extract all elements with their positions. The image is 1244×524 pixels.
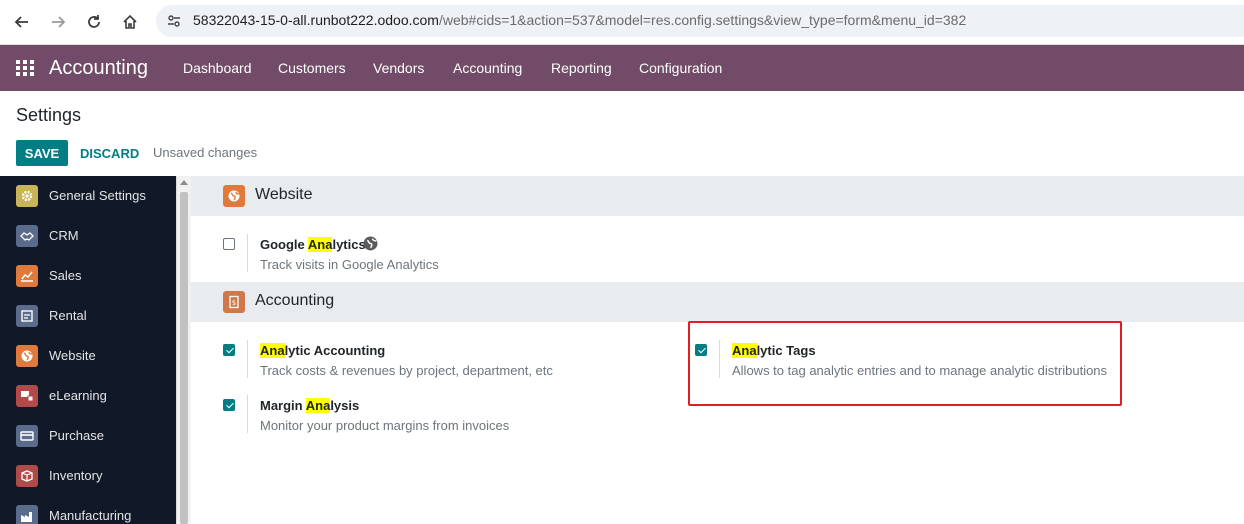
sidebar-item-label: Sales (49, 268, 82, 283)
forward-arrow-icon[interactable] (46, 10, 70, 34)
section-header-accounting: $ Accounting (191, 282, 1244, 322)
page-title: Settings (16, 105, 82, 125)
menu-vendors[interactable]: Vendors (373, 60, 424, 76)
search-highlight: Ana (307, 237, 333, 252)
setting-description: Monitor your product margins from invoic… (260, 418, 510, 433)
sidebar-item-crm[interactable]: CRM (0, 216, 176, 256)
save-button[interactable]: SAVE (16, 140, 68, 166)
home-icon[interactable] (118, 10, 142, 34)
sidebar-scrollbar[interactable] (176, 176, 191, 524)
title-prefix: Margin (260, 398, 306, 413)
search-highlight: Ana (305, 398, 331, 413)
setting-description: Track costs & revenues by project, depar… (260, 363, 553, 378)
url-text: 58322043-15-0-all.runbot222.odoo.com/web… (193, 12, 966, 28)
setting-divider (247, 234, 248, 272)
sidebar-item-label: General Settings (49, 188, 146, 203)
app-title[interactable]: Accounting (49, 57, 148, 80)
setting-title: Google Analytics (260, 237, 366, 252)
sidebar-item-label: Website (49, 348, 96, 363)
invoice-icon: $ (223, 291, 245, 313)
sidebar-item-general-settings[interactable]: General Settings (0, 176, 176, 216)
globe-icon (16, 345, 38, 367)
box-icon (16, 465, 38, 487)
back-arrow-icon[interactable] (10, 10, 34, 34)
gear-icon (16, 185, 38, 207)
main-navbar: Accounting Dashboard Customers Vendors A… (0, 45, 1244, 91)
title-prefix: Google (260, 237, 308, 252)
factory-icon (16, 505, 38, 524)
rental-icon (16, 305, 38, 327)
sidebar-item-website[interactable]: Website (0, 336, 176, 376)
card-icon (16, 425, 38, 447)
search-highlight: Ana (260, 343, 285, 358)
setting-divider (247, 395, 248, 433)
sidebar-item-elearning[interactable]: eLearning (0, 376, 176, 416)
reload-icon[interactable] (82, 10, 106, 34)
sidebar-item-label: Purchase (49, 428, 104, 443)
title-suffix: lytic Accounting (284, 343, 386, 358)
url-host: 58322043-15-0-all.runbot222.odoo.com (193, 12, 439, 28)
sidebar-item-inventory[interactable]: Inventory (0, 456, 176, 496)
google-analytics-checkbox[interactable] (223, 238, 235, 250)
chart-icon (16, 265, 38, 287)
menu-reporting[interactable]: Reporting (551, 60, 612, 76)
sidebar-item-label: Manufacturing (49, 508, 132, 523)
analytic-accounting-checkbox[interactable] (223, 344, 235, 356)
browser-toolbar: 58322043-15-0-all.runbot222.odoo.com/web… (0, 0, 1244, 45)
menu-configuration[interactable]: Configuration (639, 60, 722, 76)
setting-title: Margin Analysis (260, 398, 359, 413)
sidebar-item-label: Inventory (49, 468, 103, 483)
handshake-icon (16, 225, 38, 247)
unsaved-status: Unsaved changes (153, 145, 258, 160)
menu-dashboard[interactable]: Dashboard (183, 60, 252, 76)
sidebar-item-label: CRM (49, 228, 79, 243)
setting-divider (247, 340, 248, 378)
sidebar-item-sales[interactable]: Sales (0, 256, 176, 296)
section-title: Website (255, 186, 313, 203)
globe-icon (223, 185, 245, 207)
section-title: Accounting (255, 292, 335, 309)
apps-grid-icon[interactable] (16, 60, 34, 81)
scroll-up-arrow-icon[interactable] (180, 180, 188, 185)
sidebar-item-label: Rental (49, 308, 87, 323)
margin-analysis-checkbox[interactable] (223, 399, 235, 411)
sidebar-item-manufacturing[interactable]: Manufacturing (0, 496, 176, 524)
discard-button[interactable]: DISCARD (72, 140, 147, 166)
menu-accounting[interactable]: Accounting (453, 60, 522, 76)
sidebar-item-label: eLearning (49, 388, 107, 403)
section-header-website: Website (191, 176, 1244, 216)
annotation-highlight-box (688, 321, 1122, 406)
site-settings-icon[interactable] (166, 13, 182, 34)
title-suffix: lysis (330, 398, 360, 413)
setting-description: Track visits in Google Analytics (260, 257, 439, 272)
sidebar-item-purchase[interactable]: Purchase (0, 416, 176, 456)
svg-text:$: $ (232, 299, 236, 307)
scroll-thumb[interactable] (180, 192, 188, 524)
title-suffix: lytics (332, 237, 366, 252)
sidebar-item-rental[interactable]: Rental (0, 296, 176, 336)
settings-sidebar: General Settings CRM Sales Rental Websit… (0, 176, 176, 524)
setting-title: Analytic Accounting (260, 343, 385, 358)
elearning-icon (16, 385, 38, 407)
globe-icon (363, 236, 378, 256)
address-bar[interactable]: 58322043-15-0-all.runbot222.odoo.com/web… (156, 5, 1244, 37)
menu-customers[interactable]: Customers (278, 60, 346, 76)
url-path: /web#cids=1&action=537&model=res.config.… (438, 12, 967, 28)
